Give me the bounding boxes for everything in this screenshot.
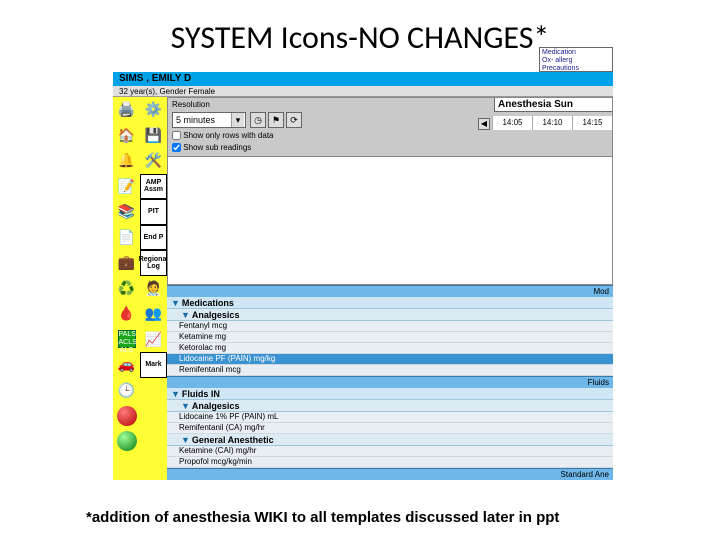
red-ball-icon[interactable] bbox=[113, 403, 140, 429]
anesthesia-title: Anesthesia Sun bbox=[494, 98, 612, 112]
gen-row[interactable]: Ketamine (CAI) mg/hr bbox=[167, 446, 613, 457]
fluids-in-band[interactable]: ▼Fluids IN bbox=[167, 388, 613, 400]
refresh-btn[interactable]: ⟳ bbox=[286, 112, 302, 128]
green-ball-icon[interactable] bbox=[113, 429, 140, 455]
endp-btn[interactable]: End P bbox=[140, 225, 167, 251]
disk-icon[interactable]: 💾 bbox=[140, 123, 167, 149]
footnote: *addition of anesthesia WIKI to all temp… bbox=[86, 509, 559, 526]
patient-name: SIMS , EMILY D bbox=[113, 72, 613, 86]
printer-icon[interactable]: 🖨️ bbox=[113, 97, 140, 123]
show-rows-checkbox[interactable]: Show only rows with data bbox=[172, 131, 274, 140]
recycle-icon[interactable]: ♻️ bbox=[113, 276, 140, 302]
med-row[interactable]: Fentanyl mcg bbox=[167, 321, 613, 332]
toolbar: Resolution 5 minutes ◷ ⚑ ⟳ Show only row… bbox=[167, 97, 613, 157]
time-row: 14:05 14:10 14:15 bbox=[492, 116, 612, 130]
standard-header: Standard Ane bbox=[167, 468, 613, 480]
scroll-left-btn[interactable]: ◀ bbox=[478, 118, 490, 130]
people-icon[interactable]: 👥 bbox=[140, 301, 167, 327]
analgesics-band[interactable]: ▼Analgesics bbox=[167, 309, 613, 321]
patient-details: 32 year(s), Gender Female bbox=[113, 86, 613, 97]
medications-band[interactable]: ▼Medications bbox=[167, 297, 613, 309]
doc-icon[interactable]: 📄 bbox=[113, 225, 140, 251]
med-row-selected[interactable]: Lidocaine PF (PAIN) mg/kg bbox=[167, 354, 613, 365]
bell-icon[interactable]: 🔔 bbox=[113, 148, 140, 174]
analgesics-band-2[interactable]: ▼Analgesics bbox=[167, 400, 613, 412]
clock-icon[interactable]: 🕒 bbox=[113, 378, 140, 404]
resolution-label: Resolution bbox=[172, 100, 210, 109]
show-sub-checkbox[interactable]: Show sub readings bbox=[172, 143, 251, 152]
resolution-combo[interactable]: 5 minutes bbox=[172, 112, 246, 128]
gear-icon[interactable]: ⚙️ bbox=[140, 97, 167, 123]
med-row[interactable]: Ketorolac mg bbox=[167, 343, 613, 354]
regional-log-btn[interactable]: Regional Log bbox=[140, 250, 167, 276]
gen-row[interactable]: Propofol mcg/kg/min bbox=[167, 457, 613, 468]
blood-icon[interactable]: 🩸 bbox=[113, 301, 140, 327]
general-anesthetic-band[interactable]: ▼General Anesthetic bbox=[167, 434, 613, 446]
amp-assm-btn[interactable]: AMP Assm bbox=[140, 174, 167, 200]
pit-btn[interactable]: PIT bbox=[140, 199, 167, 225]
fluids-header: Fluids bbox=[167, 376, 613, 388]
chart-icon[interactable]: 📈 bbox=[140, 327, 167, 353]
grid-area: Mod ▼Medications ▼Analgesics Fentanyl mc… bbox=[167, 157, 613, 480]
body-area: Resolution 5 minutes ◷ ⚑ ⟳ Show only row… bbox=[167, 97, 613, 480]
home-icon[interactable]: 🏠 bbox=[113, 123, 140, 149]
flag-btn[interactable]: ⚑ bbox=[268, 112, 284, 128]
mod-header: Mod bbox=[167, 285, 613, 297]
icon-sidebar: 🖨️⚙️ 🏠💾 🔔🛠️ 📝AMP Assm 📚PIT 📄End P 💼Regio… bbox=[113, 97, 167, 480]
blank-zone bbox=[167, 157, 613, 285]
fluid-row[interactable]: Lidocaine 1% PF (PAIN) mL bbox=[167, 412, 613, 423]
fluid-row[interactable]: Remifentanil (CA) mg/hr bbox=[167, 423, 613, 434]
alerts-box: Medication Ox- allerg Precautions bbox=[539, 47, 613, 72]
tool-icon[interactable]: 🛠️ bbox=[140, 148, 167, 174]
med-row[interactable]: Remifentanil mcg bbox=[167, 365, 613, 376]
pals-cell[interactable]: PALS ACLS ALS bbox=[113, 327, 140, 353]
mark-btn[interactable]: Mark bbox=[140, 352, 167, 378]
med-row[interactable]: Ketamine mg bbox=[167, 332, 613, 343]
bag-icon[interactable]: 💼 bbox=[113, 250, 140, 276]
note-icon[interactable]: 📝 bbox=[113, 174, 140, 200]
car-icon[interactable]: 🚗 bbox=[113, 352, 140, 378]
face-icon[interactable]: 🧑‍⚕️ bbox=[140, 276, 167, 302]
time-cell: 14:15 bbox=[572, 116, 612, 130]
stack-icon[interactable]: 📚 bbox=[113, 199, 140, 225]
time-cell: 14:10 bbox=[532, 116, 572, 130]
app-screenshot: SIMS , EMILY D 32 year(s), Gender Female… bbox=[113, 72, 613, 480]
time-cell: 14:05 bbox=[492, 116, 532, 130]
clock-btn[interactable]: ◷ bbox=[250, 112, 266, 128]
